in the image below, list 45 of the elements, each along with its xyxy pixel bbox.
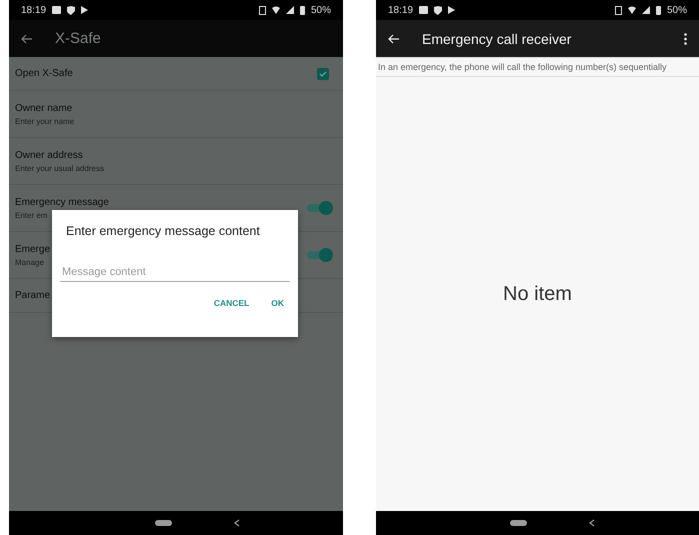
setting-subtitle: Manage — [15, 258, 44, 266]
setting-title: Parame — [15, 290, 50, 301]
home-button[interactable] — [154, 520, 172, 526]
play-icon — [448, 6, 456, 14]
setting-title: Owner address — [15, 150, 83, 160]
back-button[interactable] — [234, 519, 240, 527]
wifi-icon — [628, 6, 636, 14]
settings-row[interactable]: Open X-Safe — [9, 57, 343, 91]
play-icon — [81, 6, 88, 14]
checkbox[interactable] — [317, 68, 329, 80]
shield-icon — [434, 6, 442, 14]
setting-title: Emerge — [15, 244, 50, 254]
battery-icon — [656, 6, 661, 14]
back-button[interactable] — [589, 519, 595, 527]
home-button[interactable] — [510, 520, 527, 526]
setting-title: Emergency message — [15, 196, 109, 208]
empty-message: No item — [503, 282, 572, 306]
message-input[interactable]: Message content — [60, 264, 290, 282]
status-time: 18:19 — [21, 4, 46, 16]
settings-row[interactable]: Owner name Enter your name — [9, 91, 343, 138]
dialog-button[interactable]: OK — [265, 294, 290, 312]
nfc-icon — [258, 6, 266, 14]
battery-icon — [300, 6, 305, 14]
setting-title: Open X-Safe — [15, 68, 73, 79]
dialog-button[interactable]: CANCEL — [208, 294, 256, 312]
setting-subtitle: Enter your name — [15, 116, 74, 126]
app-title: Emergency call receiver — [422, 30, 572, 46]
battery-percent: 50% — [666, 4, 687, 16]
setting-subtitle: Enter em — [15, 210, 48, 220]
nfc-icon — [614, 6, 622, 14]
app-title: X-Safe — [55, 30, 101, 47]
more-icon[interactable] — [684, 32, 687, 44]
signal-icon — [286, 6, 294, 14]
setting-subtitle: Enter your usual address — [15, 164, 104, 172]
signal-icon — [642, 6, 650, 14]
setting-title: Owner name — [15, 102, 72, 114]
battery-percent: 50% — [310, 4, 331, 16]
wifi-icon — [272, 6, 280, 14]
status-time: 18:19 — [388, 4, 414, 16]
shield-icon — [67, 6, 76, 14]
image-icon — [52, 6, 62, 14]
settings-row[interactable]: Owner address Enter your usual address — [9, 138, 343, 185]
checkmark-icon — [319, 70, 327, 76]
image-icon — [419, 6, 428, 14]
info-banner: In an emergency, the phone will call the following number(s) sequentially — [376, 57, 699, 77]
